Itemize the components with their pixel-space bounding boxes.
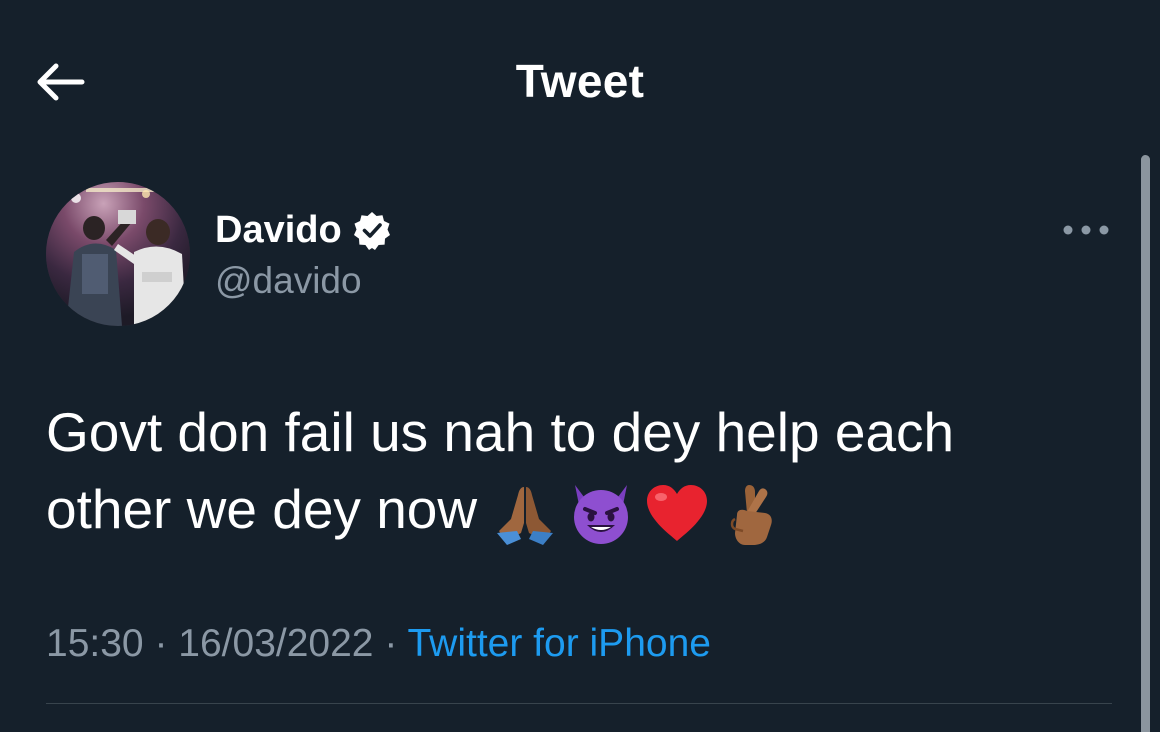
- tweet-date[interactable]: 16/03/2022: [178, 622, 373, 665]
- tweet-text-line-2: other we dey now: [46, 478, 478, 540]
- display-name[interactable]: Davido: [215, 206, 342, 254]
- tweet-detail-screen: Tweet Davido @davido Govt don fail us na…: [0, 0, 1160, 732]
- scrollbar[interactable]: [1141, 155, 1150, 732]
- tweet-meta: 15:30 · 16/03/2022 · Twitter for iPhone: [46, 620, 711, 668]
- avatar-photo: [46, 182, 190, 326]
- red-heart-icon: [647, 485, 708, 542]
- meta-separator: ·: [154, 622, 168, 665]
- ellipsis-horizontal-icon: [1063, 225, 1109, 235]
- emoji-group: [491, 479, 787, 547]
- tweet-time[interactable]: 15:30: [46, 622, 144, 665]
- author-name-row[interactable]: Davido: [215, 206, 392, 254]
- tweet-source-link[interactable]: Twitter for iPhone: [407, 622, 710, 665]
- meta-separator: ·: [384, 622, 398, 665]
- folded-hands-emoji-icon: [497, 487, 554, 546]
- author-handle[interactable]: @davido: [215, 258, 362, 304]
- crossed-fingers-icon: [730, 485, 772, 546]
- tweet-text: Govt don fail us nah to dey help each ot…: [46, 394, 1106, 548]
- page-title: Tweet: [515, 55, 645, 107]
- tweet-text-line-1: Govt don fail us nah to dey help each: [46, 401, 955, 463]
- smiling-face-with-horns-icon: [574, 485, 629, 545]
- tweet-text-line-2-row: other we dey now: [46, 471, 1106, 548]
- avatar[interactable]: [46, 182, 190, 326]
- verified-badge-icon: [353, 212, 390, 250]
- divider: [46, 703, 1112, 704]
- more-options-button[interactable]: [1058, 212, 1114, 248]
